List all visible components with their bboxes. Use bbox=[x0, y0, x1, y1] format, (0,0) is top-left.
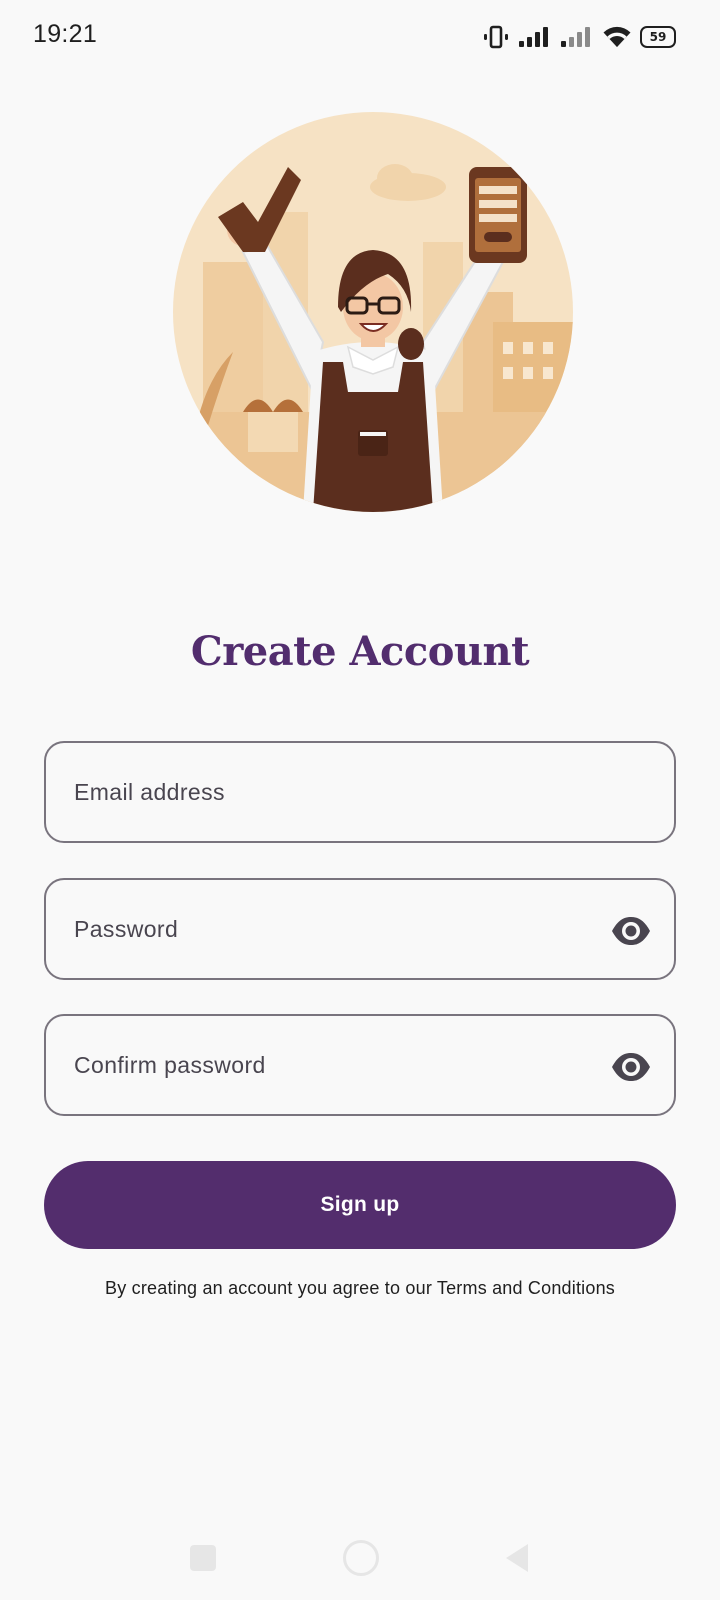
eye-icon[interactable] bbox=[610, 1046, 652, 1088]
status-bar: 19:21 59 bbox=[0, 0, 720, 72]
status-time: 19:21 bbox=[33, 20, 98, 48]
password-input[interactable] bbox=[74, 915, 574, 943]
back-button[interactable] bbox=[502, 1542, 532, 1574]
barista-illustration bbox=[173, 112, 573, 512]
email-field[interactable] bbox=[44, 741, 676, 843]
home-button[interactable] bbox=[343, 1540, 379, 1576]
signal-icon bbox=[519, 27, 548, 47]
confirm-password-input[interactable] bbox=[74, 1051, 574, 1079]
battery-icon: 59 bbox=[640, 26, 676, 48]
eye-icon[interactable] bbox=[610, 910, 652, 952]
vibrate-icon bbox=[484, 25, 508, 49]
battery-level: 59 bbox=[649, 30, 667, 44]
navigation-bar bbox=[0, 1530, 720, 1590]
password-field[interactable] bbox=[44, 878, 676, 980]
signup-button[interactable]: Sign up bbox=[44, 1161, 676, 1249]
status-icons: 59 bbox=[482, 22, 676, 52]
wifi-icon bbox=[603, 26, 631, 47]
recents-button[interactable] bbox=[190, 1545, 216, 1571]
email-input[interactable] bbox=[74, 778, 574, 806]
confirm-password-field[interactable] bbox=[44, 1014, 676, 1116]
terms-text: By creating an account you agree to our … bbox=[105, 1278, 615, 1298]
create-account-screen: 19:21 59 Create Account Email address Si… bbox=[0, 0, 720, 1600]
page-title: Create Account bbox=[190, 628, 530, 675]
signal-icon bbox=[561, 27, 590, 47]
